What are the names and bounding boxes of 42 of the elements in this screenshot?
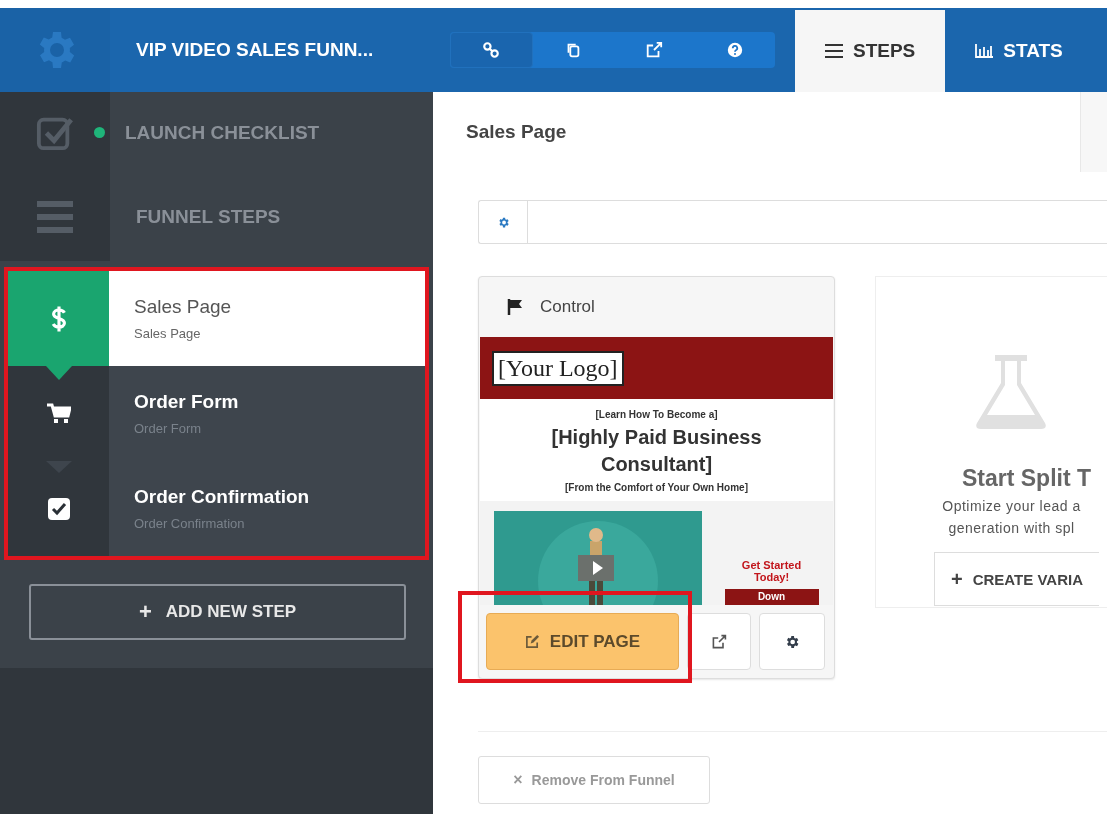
split-test-description: Optimize your lead a [942, 498, 1081, 514]
link-button[interactable] [450, 32, 533, 68]
step-subtitle: Sales Page [134, 326, 202, 341]
split-test-title: Start Split T [961, 465, 1092, 492]
help-icon [725, 41, 744, 59]
page-title: Sales Page [466, 121, 567, 143]
edit-page-button[interactable]: EDIT PAGE [486, 613, 679, 670]
preview-headline: [Highly Paid Business Consultant] [550, 425, 763, 477]
variant-label: Control [540, 297, 595, 317]
step-title: Sales Page [134, 296, 232, 318]
external-link-icon [711, 633, 727, 650]
funnel-step[interactable]: Order Confirmation Order Confirmation [8, 461, 425, 556]
split-test-description: generation with spl [948, 520, 1075, 536]
bar-chart-icon [975, 44, 994, 58]
step-subtitle: Order Form [134, 421, 203, 436]
open-external-button[interactable] [687, 613, 751, 670]
step-title: Order Confirmation [134, 486, 310, 508]
funnel-step[interactable]: Order Form Order Form [8, 366, 425, 461]
edit-icon [524, 634, 540, 649]
menu-icon [825, 44, 843, 58]
create-variation-button[interactable]: + CREATE VARIA [934, 552, 1099, 606]
cart-icon [46, 402, 71, 425]
settings-icon [784, 633, 800, 650]
step-pointer [46, 366, 72, 380]
link-icon [482, 41, 501, 59]
preview-text: [From the Comfort of Your Own Home] [565, 482, 748, 493]
flag-icon [507, 299, 523, 315]
flask-icon [974, 353, 1047, 429]
preview-cta-text: Get Started Today! [740, 559, 803, 583]
step-title: Order Form [134, 391, 239, 413]
funnel-step[interactable]: Sales Page Sales Page [8, 271, 425, 366]
funnel-title: VIP VIDEO SALES FUNN... [136, 39, 375, 61]
menu-icon [37, 200, 73, 234]
dollar-icon [49, 303, 68, 334]
preview-text: [Learn How To Become a] [595, 409, 718, 420]
step-subtitle: Order Confirmation [134, 516, 246, 531]
logo-box: [Your Logo] [492, 350, 624, 386]
add-step-button[interactable]: + ADD NEW STEP [29, 584, 406, 640]
checkbox-icon [46, 496, 71, 521]
tab[interactable]: STEPS [795, 10, 946, 92]
settings-button[interactable] [759, 613, 825, 670]
external-link-icon [644, 41, 663, 59]
